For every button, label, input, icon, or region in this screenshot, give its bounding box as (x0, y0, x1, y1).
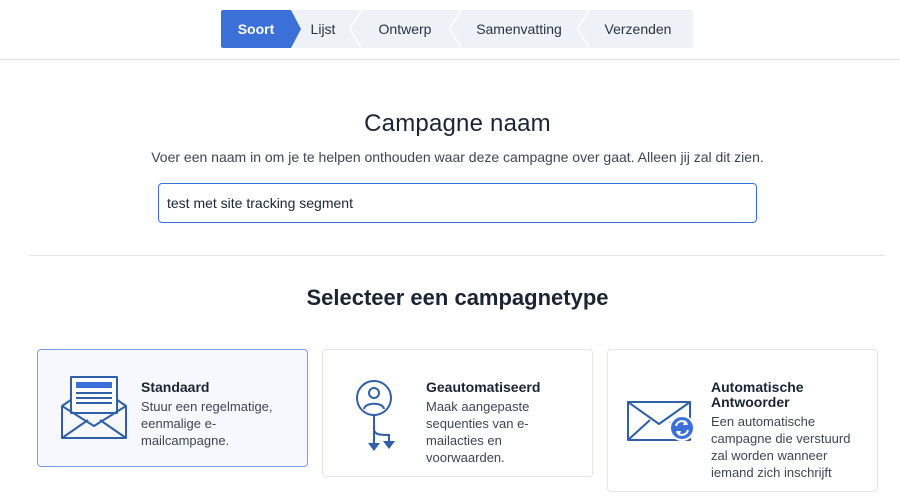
campaign-stepper: Soort Lijst Ontwerp Samenvatting Verzend… (221, 10, 693, 48)
card-description: Stuur een regelmatige, eenmalige e-mailc… (141, 399, 273, 448)
automation-person-icon (355, 379, 403, 458)
campaign-name-subtitle: Voer een naam in om je te helpen onthoud… (151, 149, 764, 165)
step-verzenden[interactable]: Verzenden (583, 10, 693, 48)
campaign-type-title: Selecteer een campagnetype (306, 285, 609, 310)
step-soort[interactable]: Soort (221, 10, 301, 48)
campaign-type-geautomatiseerd[interactable]: Geautomatiseerd Maak aangepaste sequenti… (322, 349, 593, 477)
section-divider (29, 255, 885, 256)
step-samenvatting[interactable]: Samenvatting (455, 10, 589, 48)
card-title: Standaard (141, 379, 210, 395)
campaign-type-standaard[interactable]: Standaard Stuur een regelmatige, eenmali… (37, 349, 308, 467)
top-bar: Soort Lijst Ontwerp Samenvatting Verzend… (0, 0, 900, 60)
card-title: Geautomatiseerd (426, 379, 541, 395)
campaign-name-title: Campagne naam (364, 110, 551, 137)
envelope-letter-icon (60, 376, 128, 445)
campaign-name-input[interactable] (158, 183, 757, 223)
step-ontwerp[interactable]: Ontwerp (355, 10, 461, 48)
envelope-refresh-icon (626, 398, 696, 449)
card-description: Een automatische campagne die verstuurd … (711, 414, 851, 480)
card-description: Maak aangepaste sequenties van e-mailact… (426, 399, 530, 465)
card-title: Automatische Antwoorder (711, 379, 804, 410)
campaign-type-automatische-antwoorder[interactable]: Automatische Antwoorder Een automatische… (607, 349, 878, 492)
